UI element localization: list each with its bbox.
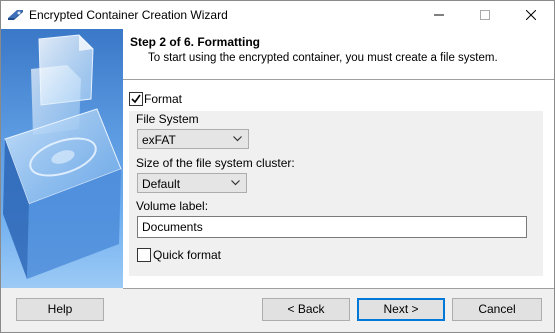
file-system-group: File System exFAT Size of the file syste… (129, 111, 543, 276)
wizard-header: Step 2 of 6. Formatting To start using t… (123, 29, 554, 79)
minimize-icon (434, 14, 444, 16)
maximize-icon (480, 10, 490, 20)
file-system-select[interactable]: exFAT (137, 129, 249, 149)
next-button[interactable]: Next > (357, 298, 445, 321)
format-checkbox[interactable] (129, 92, 143, 106)
disk-document-illustration (3, 34, 122, 279)
window-title: Encrypted Container Creation Wizard (29, 8, 228, 22)
cluster-size-select[interactable]: Default (137, 173, 247, 193)
footer-divider (123, 288, 554, 289)
checkmark-icon (131, 94, 141, 104)
format-label[interactable]: Format (144, 92, 182, 106)
close-button[interactable] (508, 1, 554, 29)
cluster-size-label: Size of the file system cluster: (136, 156, 295, 170)
quick-format-label[interactable]: Quick format (153, 248, 221, 262)
title-bar[interactable]: Encrypted Container Creation Wizard (1, 1, 554, 29)
quick-format-checkbox[interactable] (137, 248, 151, 262)
app-icon (7, 7, 25, 23)
file-system-group-label: File System (136, 112, 199, 126)
cancel-button[interactable]: Cancel (452, 298, 542, 321)
step-subtitle: To start using the encrypted container, … (148, 52, 498, 64)
wizard-window: Encrypted Container Creation Wizard Step… (0, 0, 555, 333)
chevron-down-icon (231, 180, 240, 186)
volume-label-input[interactable]: Documents (137, 216, 527, 238)
step-title: Step 2 of 6. Formatting (130, 35, 261, 49)
chevron-down-icon (233, 136, 242, 142)
help-button[interactable]: Help (16, 298, 104, 321)
volume-label-value: Documents (142, 220, 203, 234)
close-icon (525, 9, 537, 21)
back-button[interactable]: < Back (262, 298, 350, 321)
volume-label-label: Volume label: (136, 199, 209, 213)
cluster-size-value: Default (142, 177, 181, 191)
maximize-button[interactable] (462, 1, 508, 29)
minimize-button[interactable] (416, 1, 462, 29)
file-system-value: exFAT (142, 133, 176, 147)
wizard-side-image (1, 29, 123, 288)
